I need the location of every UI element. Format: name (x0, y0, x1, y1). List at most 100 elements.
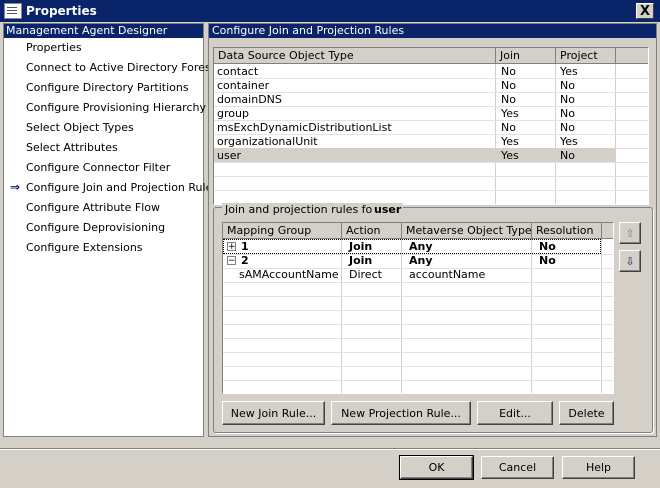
datasource-type-cell: group (217, 107, 249, 120)
grid-line (214, 176, 648, 177)
metaverse-attribute-cell: accountName (409, 268, 486, 281)
cancel-button[interactable]: Cancel (481, 456, 554, 479)
project-cell: No (560, 121, 575, 134)
project-cell: No (560, 93, 575, 106)
designer-nav-panel: Management Agent Designer Properties Con… (3, 23, 218, 437)
join-cell: No (501, 65, 516, 78)
close-button[interactable]: X (636, 3, 654, 19)
mapping-group-row[interactable]: − 2 Join Any No (224, 254, 600, 268)
nav-item-deprovisioning[interactable]: Configure Deprovisioning (26, 221, 165, 234)
col-header-metaverse-type[interactable]: Metaverse Object Type (402, 223, 532, 239)
grid-line (223, 380, 613, 381)
mapping-rules-grid[interactable]: Mapping Group Action Metaverse Object Ty… (222, 222, 614, 394)
col-header-filler (616, 48, 648, 64)
mapping-detail-row[interactable]: sAMAccountName Direct accountName (224, 268, 600, 282)
table-row[interactable]: organizationalUnit Yes Yes (214, 134, 615, 148)
col-header-mapping-group[interactable]: Mapping Group (223, 223, 342, 239)
grid-line (223, 282, 613, 283)
project-cell: Yes (560, 135, 578, 148)
col-header-resolution[interactable]: Resolution (532, 223, 602, 239)
panel-title: Configure Join and Projection Rules (209, 24, 656, 38)
nav-item-attribute-flow[interactable]: Configure Attribute Flow (26, 201, 160, 214)
datasource-type-cell: user (217, 149, 241, 162)
grid-line (223, 310, 613, 311)
join-cell: Yes (501, 107, 519, 120)
move-up-button[interactable]: ⇧ (619, 222, 641, 244)
nav-item-connect-forest[interactable]: Connect to Active Directory Forest (26, 61, 215, 74)
nav-item-extensions[interactable]: Configure Extensions (26, 241, 143, 254)
close-icon: X (639, 3, 651, 19)
nav-item-connector-filter[interactable]: Configure Connector Filter (26, 161, 170, 174)
resolution-cell: No (539, 254, 556, 267)
window-title: Properties (26, 4, 97, 18)
move-down-button[interactable]: ⇩ (619, 250, 641, 272)
source-attribute-cell: sAMAccountName (239, 268, 339, 281)
grid-line (223, 338, 613, 339)
footer-separator (0, 448, 660, 450)
join-cell: No (501, 121, 516, 134)
mapping-group-id: 2 (241, 254, 249, 267)
mapping-method-cell: Direct (349, 268, 382, 281)
nav-item-directory-partitions[interactable]: Configure Directory Partitions (26, 81, 189, 94)
col-header-datasource-type[interactable]: Data Source Object Type (214, 48, 496, 64)
project-cell: No (560, 79, 575, 92)
ok-button[interactable]: OK (399, 455, 474, 480)
mapping-group-row[interactable]: + 1 Join Any No (223, 239, 601, 254)
table-row[interactable]: domainDNS No No (214, 92, 615, 106)
grid-line (223, 352, 613, 353)
datasource-type-cell: container (217, 79, 270, 92)
arrow-down-icon: ⇩ (625, 254, 635, 268)
table-row[interactable]: contact No Yes (214, 64, 615, 78)
grid-line (223, 296, 613, 297)
rules-object-type: user (372, 203, 404, 216)
project-cell: No (560, 107, 575, 120)
action-cell: Join (349, 254, 373, 267)
resolution-cell: No (539, 240, 556, 253)
metaverse-type-cell: Any (409, 254, 433, 267)
metaverse-type-cell: Any (409, 240, 433, 253)
action-cell: Join (349, 240, 373, 253)
datasource-type-cell: contact (217, 65, 259, 78)
project-cell: No (560, 149, 575, 162)
join-cell: No (501, 93, 516, 106)
edit-button[interactable]: Edit... (477, 401, 553, 425)
datasource-type-cell: organizationalUnit (217, 135, 318, 148)
table-row[interactable]: container No No (214, 78, 615, 92)
expand-icon[interactable]: + (227, 242, 236, 252)
datasource-object-type-list[interactable]: Data Source Object Type Join Project con… (213, 47, 649, 205)
datasource-type-cell: msExchDynamicDistributionList (217, 121, 392, 134)
col-header-join[interactable]: Join (496, 48, 556, 64)
rules-for-label: Join and projection rules for: (222, 203, 384, 216)
properties-window-icon (4, 3, 22, 19)
nav-item-join-projection[interactable]: Configure Join and Projection Rules (26, 181, 218, 194)
grid-line (223, 366, 613, 367)
grid-line (214, 190, 648, 191)
new-join-rule-button[interactable]: New Join Rule... (222, 401, 325, 425)
col-header-action[interactable]: Action (342, 223, 402, 239)
grid-line (214, 162, 648, 163)
new-projection-rule-button[interactable]: New Projection Rule... (331, 401, 471, 425)
join-projection-panel: Configure Join and Projection Rules Data… (208, 23, 657, 437)
col-header-filler (602, 223, 613, 239)
table-row[interactable]: group Yes No (214, 106, 615, 120)
collapse-icon[interactable]: − (227, 256, 236, 266)
help-button[interactable]: Help (562, 456, 635, 479)
table-row[interactable]: msExchDynamicDistributionList No No (214, 120, 615, 134)
delete-button[interactable]: Delete (559, 401, 614, 425)
join-cell: Yes (501, 135, 519, 148)
nav-item-provisioning-hierarchy[interactable]: Configure Provisioning Hierarchy (26, 101, 206, 114)
col-header-project[interactable]: Project (556, 48, 616, 64)
arrow-up-icon: ⇧ (625, 226, 635, 240)
nav-panel-header: Management Agent Designer (4, 24, 203, 38)
nav-item-properties[interactable]: Properties (26, 41, 82, 54)
nav-item-attributes[interactable]: Select Attributes (26, 141, 118, 154)
join-cell: No (501, 79, 516, 92)
grid-line (223, 324, 613, 325)
current-step-arrow-icon: ⇒ (10, 180, 21, 194)
datasource-type-cell: domainDNS (217, 93, 282, 106)
rules-group: Join and projection rules for: user Mapp… (213, 203, 653, 433)
table-row-selected[interactable]: user Yes No (214, 148, 615, 162)
grid-line (601, 239, 602, 393)
join-cell: Yes (501, 149, 519, 162)
nav-item-object-types[interactable]: Select Object Types (26, 121, 134, 134)
